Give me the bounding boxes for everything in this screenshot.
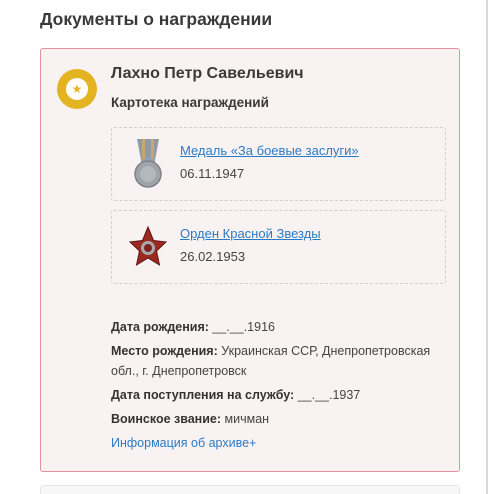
award-date: 06.11.1947 (180, 166, 245, 181)
card-subtitle: Картотека награждений (111, 95, 269, 110)
award-date: 26.02.1953 (180, 249, 246, 264)
military-rank-label: Воинское звание: (111, 412, 222, 426)
award-badge-icon: ★ (57, 69, 97, 109)
service-date-row: Дата поступления на службу: __.__.1937 (111, 385, 446, 405)
award-link[interactable]: Орден Красной Звезды (180, 226, 321, 241)
birth-date-row: Дата рождения: __.__.1916 (111, 317, 446, 337)
award-record-card: ★ Лахно Петр Савельевич Картотека награж… (40, 48, 460, 472)
service-date-value: __.__.1937 (294, 388, 361, 402)
birth-place-row: Место рождения: Украинская ССР, Днепропе… (111, 341, 446, 381)
red-star-order-icon (128, 225, 168, 267)
birth-date-label: Дата рождения: (111, 320, 209, 334)
medal-icon (134, 139, 162, 188)
archive-info-link[interactable]: Информация об архиве+ (111, 433, 256, 453)
section-title: Документы о награждении (40, 9, 273, 29)
awards-documents-panel: Документы о награждении ★ Лахно Петр Сав… (25, 0, 488, 494)
service-date-label: Дата поступления на службу: (111, 388, 295, 402)
military-rank-row: Воинское звание: мичман (111, 409, 446, 429)
award-item: Орден Красной Звезды 26.02.1953 (111, 210, 446, 284)
person-name: Лахно Петр Савельевич (111, 65, 304, 82)
birth-place-label: Место рождения: (111, 344, 218, 358)
birth-date-value: __.__.1916 (208, 320, 275, 334)
star-icon: ★ (71, 82, 83, 96)
award-item: Медаль «За боевые заслуги» 06.11.1947 (111, 127, 446, 201)
award-link[interactable]: Медаль «За боевые заслуги» (180, 143, 359, 158)
military-rank-value: мичман (221, 412, 270, 426)
next-record-card (40, 485, 460, 494)
